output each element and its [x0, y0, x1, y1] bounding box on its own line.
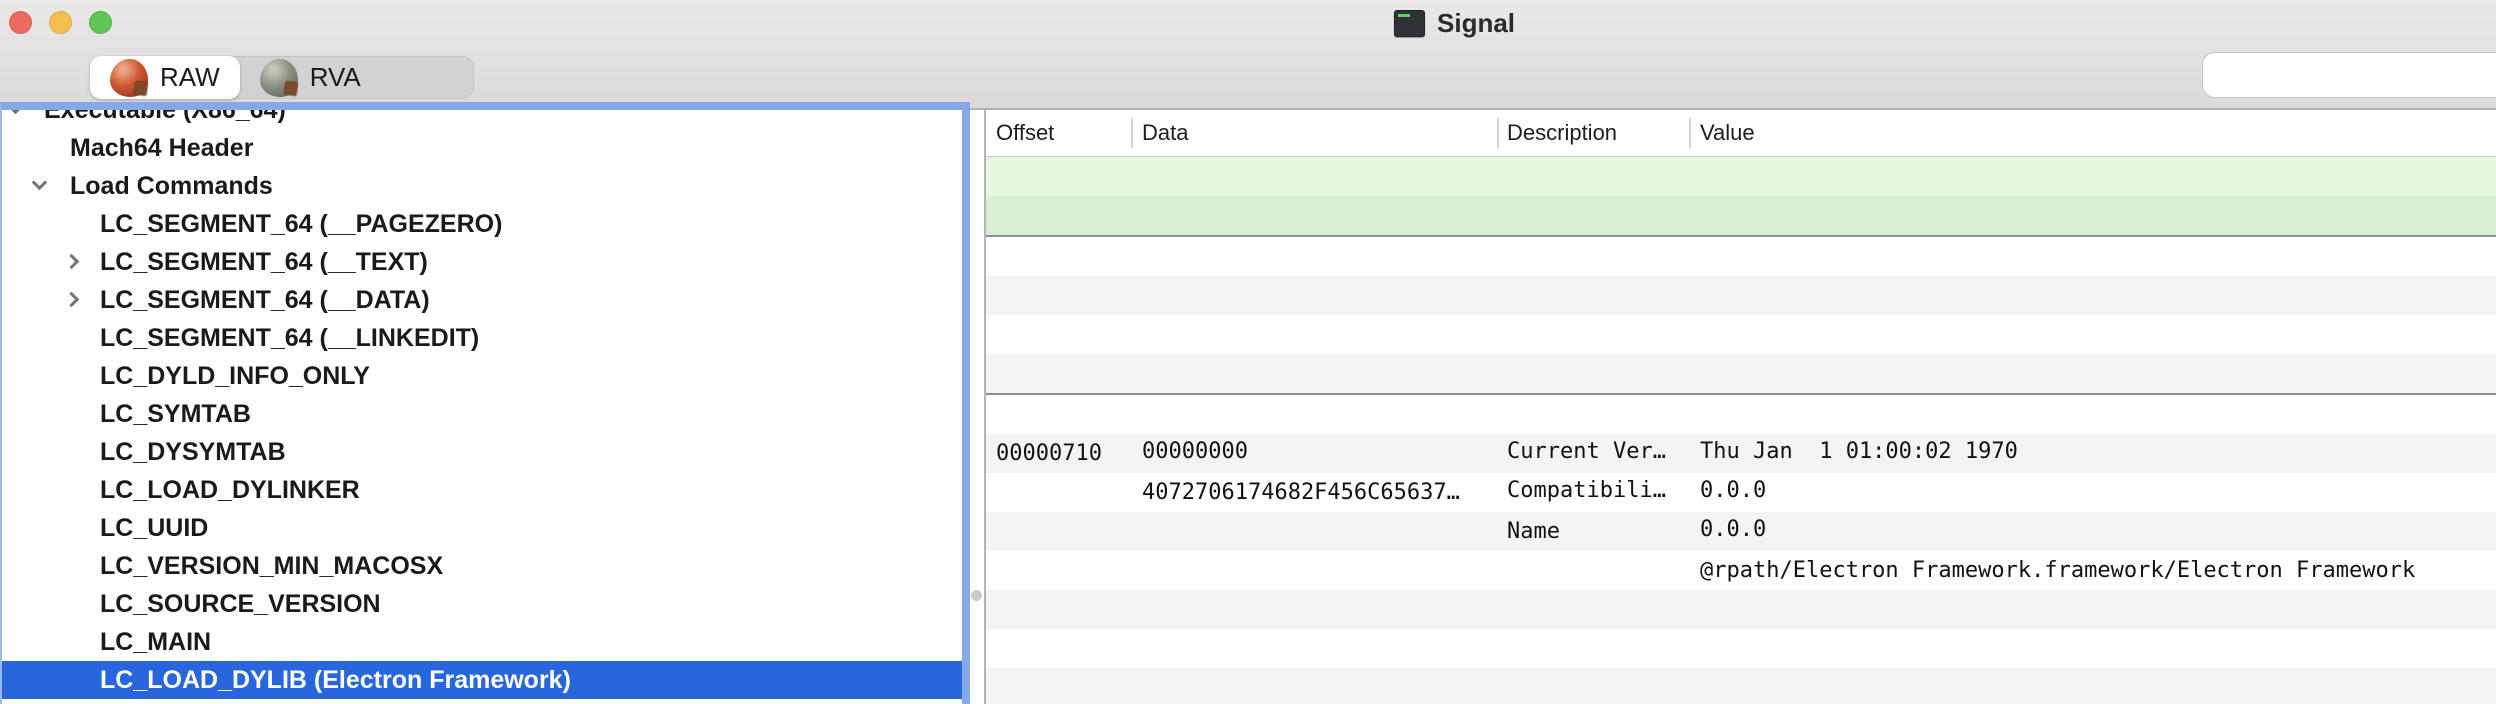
outline-pane: Executable (X86_64) Mach64 Header Load C… [0, 102, 970, 704]
empty-row [986, 629, 2496, 668]
header-separator [1689, 118, 1691, 148]
header-separator [1131, 118, 1133, 148]
sidebar-item-mach64-header[interactable]: Mach64 Header [2, 129, 962, 167]
sidebar-item-load-commands[interactable]: Load Commands [2, 167, 962, 205]
empty-row [986, 590, 2496, 629]
sidebar-item-lc-source-version[interactable]: LC_SOURCE_VERSION [2, 585, 962, 623]
titlebar: Signal RAW RVA [0, 0, 2496, 110]
machoview-icon [110, 59, 148, 97]
sidebar-item-lc-segment-linkedit[interactable]: LC_SEGMENT_64 (__LINKEDIT) [2, 319, 962, 357]
table-row[interactable]: 00000700 00000018 Str Offset 24 [986, 237, 2496, 276]
table-row[interactable]: 00000708 00000000 Current Ver… 0.0.0 [986, 315, 2496, 354]
sidebar-item-lc-dysymtab[interactable]: LC_DYSYMTAB [2, 433, 962, 471]
segment-rva[interactable]: RVA [240, 56, 381, 99]
traffic-lights [9, 11, 112, 34]
header-separator [1497, 118, 1499, 148]
table-row[interactable]: 00000710 4072706174682F456C65637… Name @… [986, 395, 2496, 434]
detail-table-pane: Offset Data Description Value 000006F8 0… [984, 110, 2496, 704]
raw-rva-segmented-control: RAW RVA [90, 56, 474, 99]
sidebar-item-executable[interactable]: Executable (X86_64) [2, 102, 962, 129]
minimize-button[interactable] [49, 11, 72, 34]
window-title: Signal [1437, 8, 1515, 39]
column-header-data[interactable]: Data [1142, 110, 1188, 156]
table-header: Offset Data Description Value [986, 110, 2496, 157]
document-icon [1394, 10, 1425, 37]
sidebar-item-lc-dyld-info-only[interactable]: LC_DYLD_INFO_ONLY [2, 357, 962, 395]
table-row[interactable]: 000006F8 0000000C Command LC_LOAD_DYLIB [986, 157, 2496, 196]
close-button[interactable] [9, 11, 32, 34]
table-row[interactable]: 000006FC 00000050 Command Size 80 [986, 196, 2496, 237]
sidebar-item-lc-uuid[interactable]: LC_UUID [2, 509, 962, 547]
sidebar-item-lc-symtab[interactable]: LC_SYMTAB [2, 395, 962, 433]
column-header-offset[interactable]: Offset [996, 110, 1054, 156]
sidebar-item-lc-segment-text[interactable]: LC_SEGMENT_64 (__TEXT) [2, 243, 962, 281]
pane-splitter[interactable] [970, 110, 984, 704]
table-row[interactable]: 0000070C 00000000 Compatibili… 0.0.0 [986, 354, 2496, 395]
search-field[interactable] [2202, 52, 2496, 98]
chevron-right-icon[interactable] [64, 254, 80, 270]
machoview-icon-gray [260, 59, 298, 97]
sidebar-item-lc-load-dylib-selected[interactable]: LC_LOAD_DYLIB (Electron Framework) [2, 661, 962, 699]
segment-raw-label: RAW [160, 62, 220, 93]
sidebar-item-lc-version-min-macosx[interactable]: LC_VERSION_MIN_MACOSX [2, 547, 962, 585]
sidebar-item-lc-main[interactable]: LC_MAIN [2, 623, 962, 661]
sidebar-item-lc-segment-pagezero[interactable]: LC_SEGMENT_64 (__PAGEZERO) [2, 205, 962, 243]
segment-rva-label: RVA [310, 62, 361, 93]
sidebar-item-lc-load-dylinker[interactable]: LC_LOAD_DYLINKER [2, 471, 962, 509]
table-row[interactable]: 00000704 00000002 Time Stamp Thu Jan 1 0… [986, 276, 2496, 315]
window-title-area: Signal [1394, 5, 1515, 41]
empty-row [986, 668, 2496, 704]
splitter-handle-icon[interactable] [971, 590, 982, 601]
column-header-description[interactable]: Description [1507, 110, 1617, 156]
zoom-button[interactable] [89, 11, 112, 34]
chevron-down-icon[interactable] [8, 102, 24, 114]
chevron-down-icon[interactable] [32, 175, 48, 191]
app-window: Signal RAW RVA Executable (X86_64 [0, 0, 2496, 704]
segment-raw[interactable]: RAW [90, 56, 240, 99]
sidebar-item-lc-segment-data[interactable]: LC_SEGMENT_64 (__DATA) [2, 281, 962, 319]
chevron-right-icon[interactable] [64, 292, 80, 308]
search-input[interactable] [2215, 54, 2496, 96]
outline-tree: Executable (X86_64) Mach64 Header Load C… [2, 102, 962, 699]
column-header-value[interactable]: Value [1700, 110, 1755, 156]
